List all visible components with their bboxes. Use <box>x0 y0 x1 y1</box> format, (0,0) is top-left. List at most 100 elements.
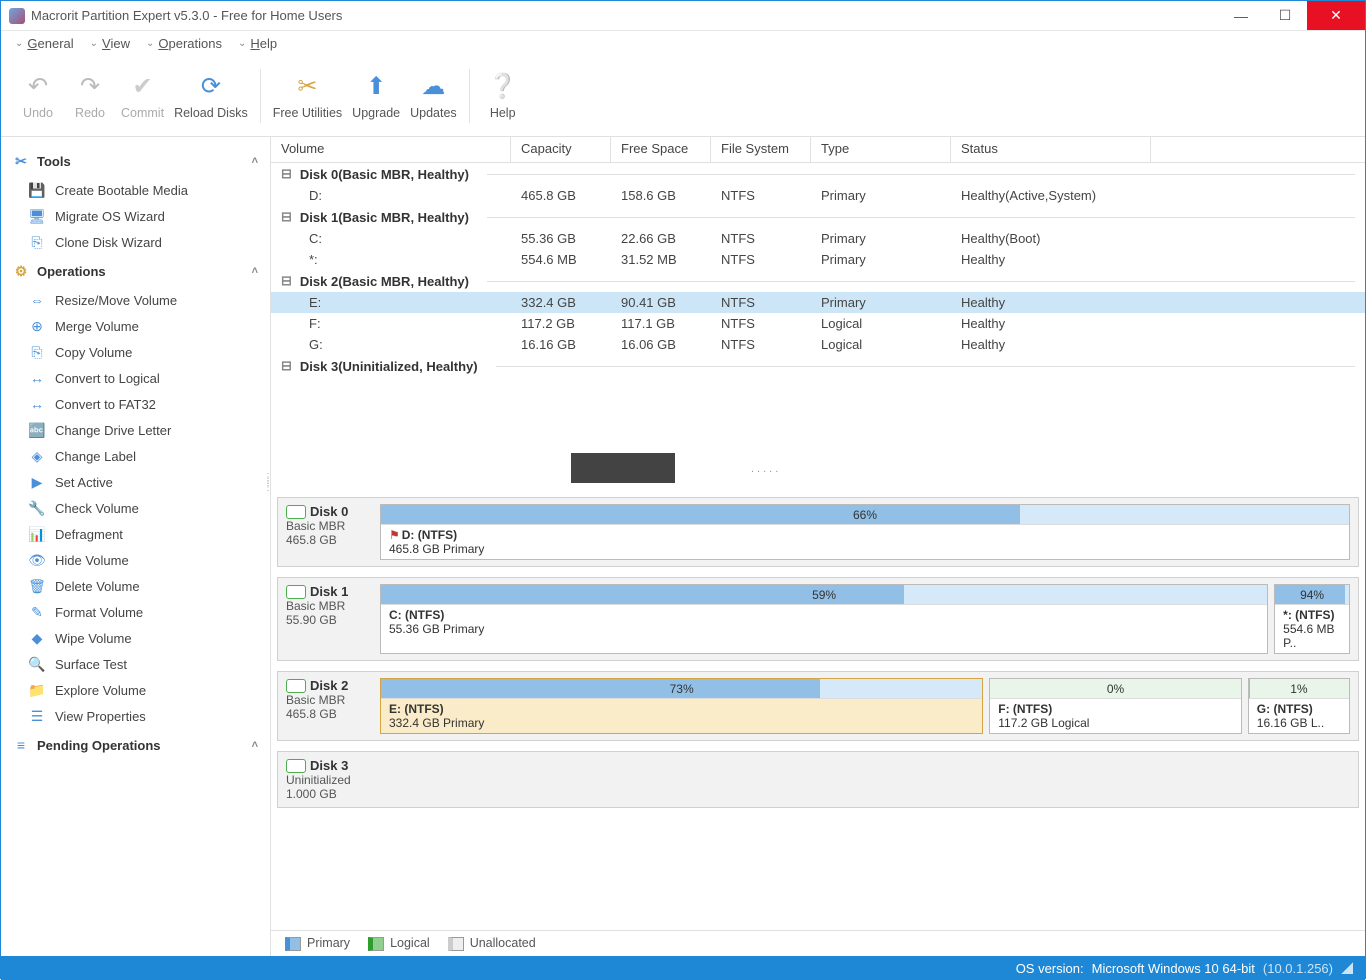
sidebar-op-item[interactable]: ⇔Resize/Move Volume <box>1 287 270 313</box>
sidebar-op-item[interactable]: ☰View Properties <box>1 703 270 729</box>
sidebar-tool-item[interactable]: ⎘Clone Disk Wizard <box>1 229 270 255</box>
volume-row[interactable]: G: 16.16 GB 16.06 GB NTFS Logical Health… <box>271 334 1365 355</box>
legend: Primary Logical Unallocated <box>271 930 1365 956</box>
sidebar-op-item[interactable]: 📁Explore Volume <box>1 677 270 703</box>
minimize-button[interactable]: — <box>1219 1 1263 30</box>
pending-section-header[interactable]: ≡ Pending Operations ˄ <box>1 729 270 761</box>
disk-icon: ⊟ <box>281 209 292 225</box>
col-free[interactable]: Free Space <box>611 137 711 162</box>
col-capacity[interactable]: Capacity <box>511 137 611 162</box>
disk-name: Disk 3 <box>286 758 372 773</box>
partition-label: E: (NTFS)332.4 GB Primary <box>381 699 982 733</box>
partition-box[interactable]: 94% *: (NTFS)554.6 MB P.. <box>1274 584 1350 654</box>
volume-row[interactable]: E: 332.4 GB 90.41 GB NTFS Primary Health… <box>271 292 1365 313</box>
menu-help[interactable]: ⌄Help <box>232 34 283 53</box>
redo-button[interactable]: ↷Redo <box>69 72 111 120</box>
volume-row[interactable]: D: 465.8 GB 158.6 GB NTFS Primary Health… <box>271 185 1365 206</box>
sidebar-op-item[interactable]: 🔤Change Drive Letter <box>1 417 270 443</box>
cell-type: Primary <box>811 188 951 203</box>
sidebar-tool-item[interactable]: 🖥Migrate OS Wizard <box>1 203 270 229</box>
col-status[interactable]: Status <box>951 137 1151 162</box>
cell-free: 117.1 GB <box>611 316 711 331</box>
volume-row[interactable]: *: 554.6 MB 31.52 MB NTFS Primary Health… <box>271 249 1365 270</box>
item-label: Clone Disk Wizard <box>55 235 162 250</box>
sidebar-op-item[interactable]: 🗑Delete Volume <box>1 573 270 599</box>
reload-button[interactable]: ⟳Reload Disks <box>174 72 248 120</box>
item-label: Migrate OS Wizard <box>55 209 165 224</box>
item-icon: ↔ <box>29 396 45 412</box>
sidebar-op-item[interactable]: ◆Wipe Volume <box>1 625 270 651</box>
col-fs[interactable]: File System <box>711 137 811 162</box>
volume-row[interactable]: C: 55.36 GB 22.66 GB NTFS Primary Health… <box>271 228 1365 249</box>
close-button[interactable]: ✕ <box>1307 1 1365 30</box>
upgrade-button[interactable]: ⬆Upgrade <box>352 72 400 120</box>
disk-type: Basic MBR <box>286 519 372 533</box>
item-icon: 🔍 <box>29 656 45 672</box>
cell-volume: C: <box>299 231 511 246</box>
cell-status: Healthy <box>951 295 1171 310</box>
cell-free: 158.6 GB <box>611 188 711 203</box>
disk-group-header[interactable]: ⊟Disk 2(Basic MBR, Healthy) <box>271 270 1365 292</box>
item-label: Hide Volume <box>55 553 129 568</box>
volume-row[interactable]: F: 117.2 GB 117.1 GB NTFS Logical Health… <box>271 313 1365 334</box>
disk-group-header[interactable]: ⊟Disk 1(Basic MBR, Healthy) <box>271 206 1365 228</box>
commit-button[interactable]: ✔Commit <box>121 72 164 120</box>
sidebar-op-item[interactable]: ⎘Copy Volume <box>1 339 270 365</box>
sidebar-op-item[interactable]: 👁Hide Volume <box>1 547 270 573</box>
partition-box[interactable]: 1% G: (NTFS)16.16 GB L.. <box>1248 678 1350 734</box>
sidebar-tool-item[interactable]: 💾Create Bootable Media <box>1 177 270 203</box>
item-label: Explore Volume <box>55 683 146 698</box>
updates-button[interactable]: ☁Updates <box>410 72 457 120</box>
usage-bar: 59% <box>381 585 1267 605</box>
horizontal-splitter[interactable]: ⋮⋮⋮ <box>271 483 1365 489</box>
cell-type: Logical <box>811 337 951 352</box>
cell-capacity: 117.2 GB <box>511 316 611 331</box>
usage-pct: 1% <box>1290 682 1307 696</box>
sidebar-op-item[interactable]: ↔ Convert to Logical <box>1 365 270 391</box>
partition-box[interactable]: 0% F: (NTFS)117.2 GB Logical <box>989 678 1242 734</box>
cell-type: Primary <box>811 252 951 267</box>
menu-general[interactable]: ⌄General <box>9 34 80 53</box>
item-label: Format Volume <box>55 605 143 620</box>
disk-icon: ⊟ <box>281 358 292 374</box>
item-icon: ▶ <box>29 474 45 490</box>
operations-section-header[interactable]: ⚙ Operations ˄ <box>1 255 270 287</box>
cell-free: 16.06 GB <box>611 337 711 352</box>
disk-icon <box>286 759 306 773</box>
disk-group-header[interactable]: ⊟Disk 0(Basic MBR, Healthy) <box>271 163 1365 185</box>
disk-size: 1.000 GB <box>286 787 372 801</box>
help-button[interactable]: ❔Help <box>482 72 524 120</box>
utilities-button[interactable]: ✂Free Utilities <box>273 72 342 120</box>
sidebar-op-item[interactable]: ◈Change Label <box>1 443 270 469</box>
menu-operations[interactable]: ⌄Operations <box>140 34 228 53</box>
usage-bar: 94% <box>1275 585 1349 605</box>
partition-box[interactable]: 66% ⚑D: (NTFS)465.8 GB Primary <box>380 504 1350 560</box>
item-label: Convert to Logical <box>55 371 160 386</box>
tools-section-header[interactable]: ✂ Tools ˄ <box>1 145 270 177</box>
partition-box[interactable]: 59% C: (NTFS)55.36 GB Primary <box>380 584 1268 654</box>
disk-card: Disk 1 Basic MBR 55.90 GB59% C: (NTFS)55… <box>277 577 1359 661</box>
menu-view[interactable]: ⌄View <box>84 34 136 53</box>
partition-label: G: (NTFS)16.16 GB L.. <box>1249 699 1349 733</box>
undo-button[interactable]: ↶Undo <box>17 72 59 120</box>
sidebar-op-item[interactable]: 🔍Surface Test <box>1 651 270 677</box>
cell-fs: NTFS <box>711 188 811 203</box>
item-icon: 🔧 <box>29 500 45 516</box>
sidebar-op-item[interactable]: ▶Set Active <box>1 469 270 495</box>
sidebar-op-item[interactable]: 📊Defragment <box>1 521 270 547</box>
sidebar-op-item[interactable]: ✎Format Volume <box>1 599 270 625</box>
sidebar-op-item[interactable]: ↔Convert to FAT32 <box>1 391 270 417</box>
usage-bar: 0% <box>990 679 1241 699</box>
resize-grip-icon[interactable] <box>1341 962 1353 974</box>
usage-bar: 1% <box>1249 679 1349 699</box>
item-label: Delete Volume <box>55 579 140 594</box>
disk-group-header[interactable]: ⊟Disk 3(Uninitialized, Healthy) <box>271 355 1365 377</box>
usage-pct: 0% <box>1107 682 1124 696</box>
sidebar-op-item[interactable]: ⊕Merge Volume <box>1 313 270 339</box>
col-volume[interactable]: Volume <box>271 137 511 162</box>
sidebar-op-item[interactable]: 🔧Check Volume <box>1 495 270 521</box>
col-type[interactable]: Type <box>811 137 951 162</box>
partition-box[interactable]: 73% E: (NTFS)332.4 GB Primary <box>380 678 983 734</box>
item-icon: ↔ <box>29 370 45 386</box>
maximize-button[interactable]: ☐ <box>1263 1 1307 30</box>
